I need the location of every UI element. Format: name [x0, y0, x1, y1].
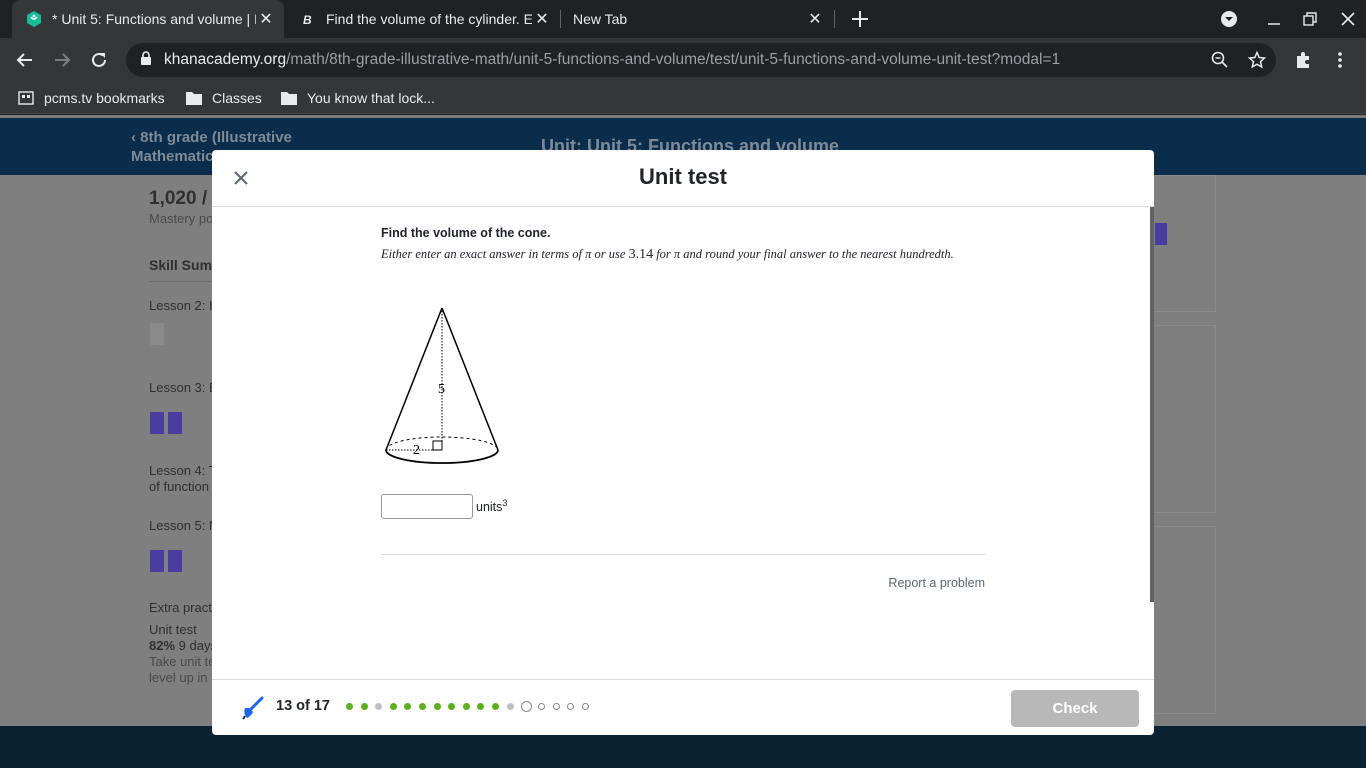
window-close-icon[interactable] [1330, 0, 1366, 38]
progress-dot-skipped [506, 703, 514, 710]
close-icon[interactable]: ✕ [256, 9, 276, 29]
right-panel [1150, 175, 1216, 312]
bookmark-lock[interactable]: You know that lock... [281, 88, 435, 108]
right-panel [1150, 526, 1216, 714]
progress-dot-upcoming [567, 703, 575, 710]
progress-dot-correct [433, 703, 441, 710]
progress-dot-correct [360, 703, 368, 710]
progress-dot-correct [462, 703, 470, 710]
lesson-item[interactable]: Lesson 2: In [149, 298, 220, 313]
progress-dot-upcoming [538, 703, 546, 710]
tab-title: * Unit 5: Functions and volume | Kh [52, 11, 256, 27]
lesson-item-cont: of function [149, 479, 209, 494]
progress-dot-correct [491, 703, 499, 710]
folder-icon [281, 92, 297, 105]
radius-label: 2 [413, 443, 420, 458]
forward-icon[interactable] [48, 46, 76, 74]
skill-bar-icon [168, 412, 182, 434]
mastery-label: Mastery po [149, 211, 214, 226]
url-text: khanacademy.org/math/8th-grade-illustrat… [164, 51, 1061, 68]
tab-3[interactable]: New Tab ✕ [561, 0, 833, 38]
divider [149, 281, 219, 282]
tab-title: New Tab [573, 11, 628, 27]
close-icon[interactable]: ✕ [532, 9, 552, 29]
skill-bar-icon [150, 550, 164, 572]
bookmark-classes[interactable]: Classes [186, 88, 262, 108]
cone-figure: 5 2 [380, 303, 520, 473]
progress-dot-correct [389, 703, 397, 710]
lesson-item[interactable]: Lesson 5: M [149, 518, 220, 533]
browser-toolbar: khanacademy.org/math/8th-grade-illustrat… [0, 38, 1366, 82]
bookmark-pcms[interactable]: pcms.tv bookmarks [18, 88, 165, 108]
progress-dots [346, 701, 597, 712]
unit-test-desc: level up in [149, 670, 208, 685]
hand-point-icon [242, 696, 264, 720]
reload-icon[interactable] [85, 46, 113, 74]
extensions-icon[interactable] [1291, 48, 1315, 72]
lesson-item[interactable]: Extra practi [149, 600, 215, 615]
skill-bar-icon [1155, 223, 1167, 245]
tab-search-icon[interactable] [1211, 0, 1247, 38]
answer-input[interactable] [381, 494, 473, 519]
question-instructions: Either enter an exact answer in terms of… [381, 247, 954, 262]
new-tab-icon[interactable] [847, 6, 873, 32]
close-icon[interactable]: ✕ [805, 9, 825, 29]
divider [381, 554, 985, 555]
unit-test-desc: Take unit te [149, 654, 216, 669]
progress-dot-correct [346, 703, 353, 710]
scrollbar[interactable] [1150, 207, 1154, 602]
progress-dot-correct [418, 703, 426, 710]
unit-test-label: Unit test [149, 622, 197, 637]
tab-separator [834, 10, 835, 28]
report-problem-link[interactable]: Report a problem [381, 576, 985, 590]
check-button[interactable]: Check [1011, 690, 1139, 727]
bookmark-star-icon[interactable] [1245, 48, 1269, 72]
modal-title: Unit test [639, 164, 727, 189]
unit-test-modal: Unit test Find the volume of the cone. E… [212, 150, 1154, 735]
lesson-item[interactable]: Lesson 4: T [149, 463, 217, 478]
restore-icon[interactable] [1292, 0, 1328, 38]
progress-dot-correct [477, 703, 485, 710]
khan-academy-icon [26, 11, 42, 27]
bookmarks-bar: pcms.tv bookmarks Classes You know that … [0, 82, 1366, 114]
menu-icon[interactable] [1328, 48, 1352, 72]
progress-dot-correct [448, 703, 456, 710]
height-label: 5 [438, 382, 445, 397]
skill-bar-icon [168, 550, 182, 572]
progress-dot-upcoming [581, 703, 589, 710]
right-panel [1150, 325, 1216, 513]
back-icon[interactable] [11, 46, 39, 74]
folder-icon [186, 92, 202, 105]
address-bar[interactable]: khanacademy.org/math/8th-grade-illustrat… [126, 43, 1276, 77]
lesson-item[interactable]: Lesson 3: E [149, 380, 218, 395]
modal-content: Find the volume of the cone. Either ente… [212, 207, 1154, 679]
skill-bar-icon [150, 323, 164, 345]
lock-icon[interactable] [140, 50, 154, 70]
progress-dot-skipped [375, 703, 383, 710]
question-title: Find the volume of the cone. [381, 226, 551, 240]
answer-row: units3 [381, 494, 507, 519]
minimize-icon[interactable] [1256, 0, 1292, 38]
tab-title: Find the volume of the cylinder. E [326, 11, 532, 27]
tab-2[interactable]: B Find the volume of the cylinder. E ✕ [288, 0, 560, 38]
tab-strip: * Unit 5: Functions and volume | Kh ✕ B … [0, 0, 1366, 38]
units-label: units3 [476, 498, 508, 515]
progress-dot-current [521, 701, 533, 712]
tab-active[interactable]: * Unit 5: Functions and volume | Kh ✕ [12, 0, 284, 38]
skill-bar-icon [150, 412, 164, 434]
apps-icon [18, 91, 34, 105]
brainly-icon: B [300, 11, 316, 27]
zoom-icon[interactable] [1208, 48, 1232, 72]
progress-dot-upcoming [552, 703, 560, 710]
svg-text:B: B [303, 13, 312, 25]
progress-dot-correct [404, 703, 412, 710]
modal-footer: 13 of 17 Check [212, 679, 1154, 735]
mastery-points: 1,020 / [149, 188, 208, 209]
modal-header: Unit test [212, 150, 1154, 207]
progress-count: 13 of 17 [276, 698, 330, 714]
unit-test-score: 82% 9 days [149, 638, 217, 653]
